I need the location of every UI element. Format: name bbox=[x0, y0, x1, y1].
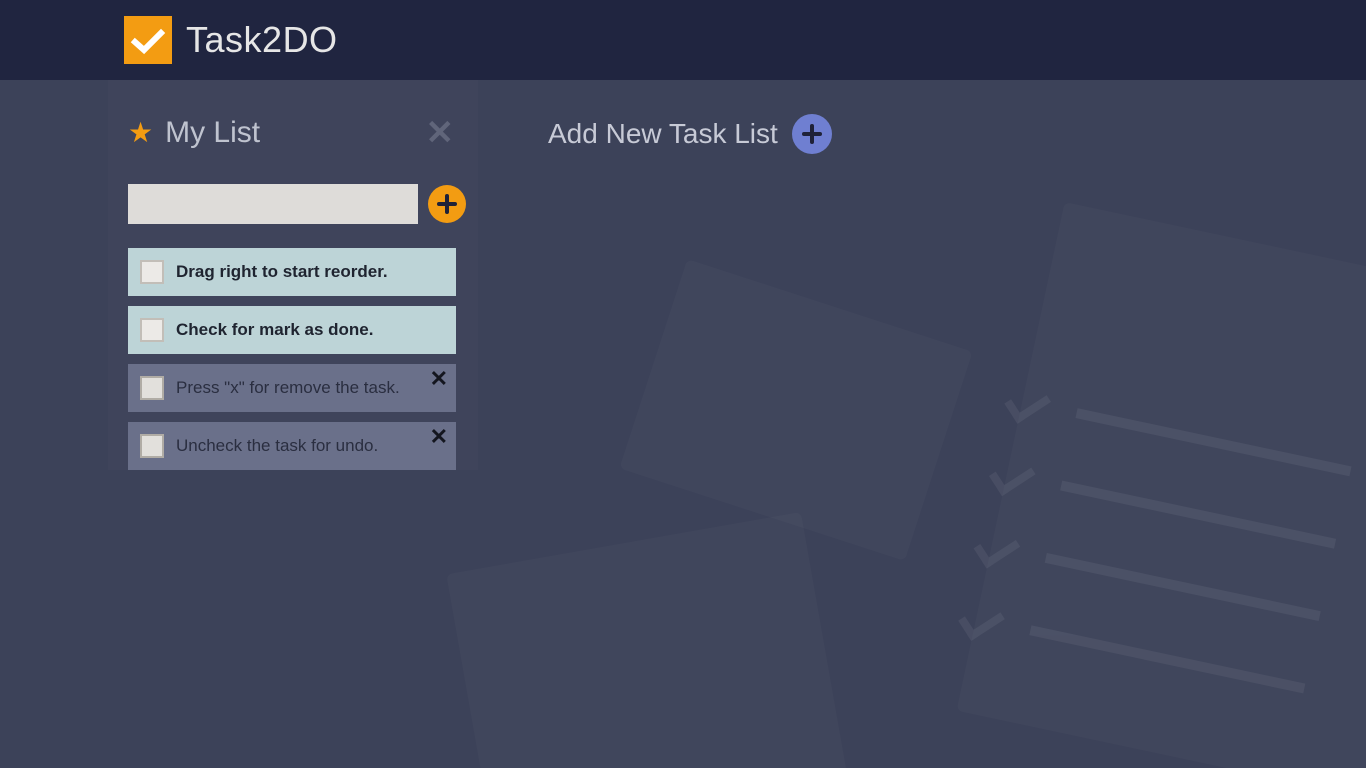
task-row[interactable]: Check for mark as done. bbox=[128, 306, 456, 354]
app-title: Task2DO bbox=[186, 19, 338, 61]
star-icon: ★ bbox=[128, 119, 153, 147]
remove-task-button[interactable]: ✕ bbox=[430, 368, 448, 390]
task-list-panel: ★ My List ✕ Drag right to start reorder.… bbox=[108, 80, 478, 470]
add-list-label: Add New Task List bbox=[548, 118, 778, 150]
task-checkbox[interactable] bbox=[140, 318, 164, 342]
add-task-button[interactable] bbox=[428, 185, 466, 223]
add-list-button[interactable] bbox=[792, 114, 832, 154]
app-title-suffix: DO bbox=[283, 19, 338, 60]
app-title-prefix: Task bbox=[186, 19, 262, 60]
task-row[interactable]: Uncheck the task for undo. ✕ bbox=[128, 422, 456, 470]
task-row[interactable]: Press "x" for remove the task. ✕ bbox=[128, 364, 456, 412]
task-checkbox[interactable] bbox=[140, 376, 164, 400]
task-row[interactable]: Drag right to start reorder. bbox=[128, 248, 456, 296]
task-text: Drag right to start reorder. bbox=[176, 262, 388, 282]
plus-icon bbox=[802, 124, 822, 144]
task-checkbox[interactable] bbox=[140, 434, 164, 458]
list-header: ★ My List ✕ bbox=[108, 116, 466, 150]
main-content: ★ My List ✕ Drag right to start reorder.… bbox=[0, 80, 1366, 470]
task-checkbox[interactable] bbox=[140, 260, 164, 284]
plus-icon bbox=[437, 194, 457, 214]
close-list-button[interactable]: ✕ bbox=[420, 116, 461, 150]
remove-task-button[interactable]: ✕ bbox=[430, 426, 448, 448]
app-title-mid: 2 bbox=[262, 19, 283, 60]
list-title: My List bbox=[165, 116, 407, 150]
new-task-input[interactable] bbox=[128, 184, 418, 224]
new-task-row bbox=[108, 184, 466, 224]
task-text: Press "x" for remove the task. bbox=[176, 378, 400, 398]
task-text: Check for mark as done. bbox=[176, 320, 373, 340]
app-header: Task2DO bbox=[0, 0, 1366, 80]
task-text: Uncheck the task for undo. bbox=[176, 436, 378, 456]
app-logo-icon bbox=[124, 16, 172, 64]
add-list-section: Add New Task List bbox=[478, 80, 832, 154]
